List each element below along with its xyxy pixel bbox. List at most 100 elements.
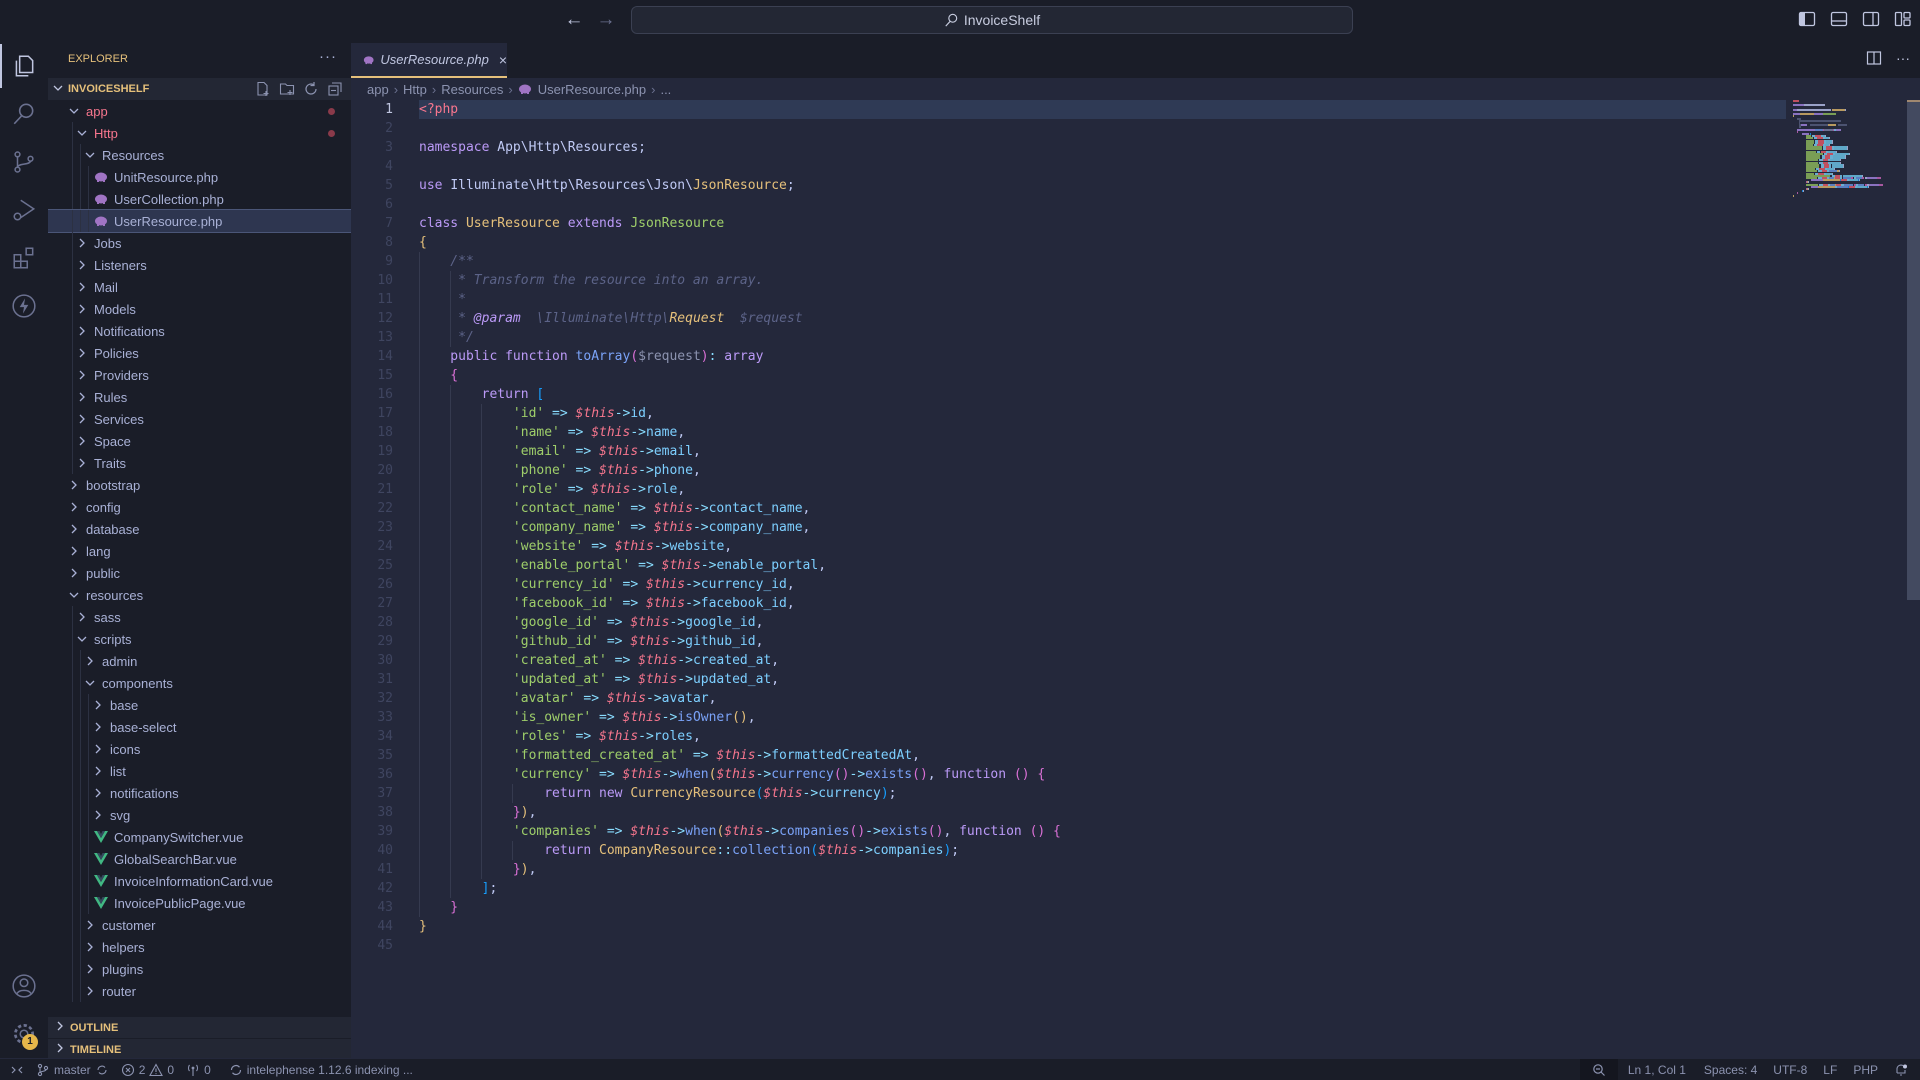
- tree-folder[interactable]: Policies: [48, 342, 351, 364]
- tree-folder[interactable]: Http: [48, 122, 351, 144]
- remote-indicator[interactable]: [0, 1059, 30, 1080]
- code-token: 'google_id': [419, 615, 600, 630]
- indent-guide: [72, 364, 73, 386]
- tree-folder[interactable]: public: [48, 562, 351, 584]
- tab-user-resource[interactable]: UserResource.php ×: [351, 43, 507, 78]
- code-token: * Transform the resource into an array.: [419, 273, 764, 288]
- code-token: 'email': [419, 444, 568, 459]
- timeline-section[interactable]: TIMELINE: [48, 1038, 351, 1060]
- tree-folder[interactable]: Services: [48, 408, 351, 430]
- outline-section[interactable]: OUTLINE: [48, 1016, 351, 1038]
- refresh-icon[interactable]: [303, 81, 319, 97]
- toggle-secondary-sidebar-icon[interactable]: [1862, 10, 1880, 28]
- split-editor-icon[interactable]: [1866, 50, 1882, 66]
- tree-folder[interactable]: Traits: [48, 452, 351, 474]
- tree-folder[interactable]: Models: [48, 298, 351, 320]
- tree-folder[interactable]: Jobs: [48, 232, 351, 254]
- customize-layout-icon[interactable]: [1894, 10, 1912, 28]
- sync-icon[interactable]: [95, 1063, 109, 1077]
- encoding[interactable]: UTF-8: [1765, 1059, 1815, 1080]
- branch-indicator[interactable]: master: [30, 1059, 115, 1080]
- search-icon: [13, 103, 34, 125]
- more-actions-icon[interactable]: ···: [319, 48, 337, 65]
- workspace-root[interactable]: INVOICESHELF: [48, 78, 351, 100]
- activity-thunder[interactable]: [0, 282, 48, 330]
- tree-folder[interactable]: helpers: [48, 936, 351, 958]
- new-file-icon[interactable]: [255, 81, 271, 97]
- indent-guide: [72, 760, 73, 782]
- tree-file[interactable]: InvoiceInformationCard.vue: [48, 870, 351, 892]
- tree-folder[interactable]: base-select: [48, 716, 351, 738]
- tree-folder[interactable]: plugins: [48, 958, 351, 980]
- code-token: =>: [622, 520, 654, 535]
- tree-folder[interactable]: bootstrap: [48, 474, 351, 496]
- tree-file[interactable]: GlobalSearchBar.vue: [48, 848, 351, 870]
- indexing-status[interactable]: intelephense 1.12.6 indexing ...: [223, 1059, 419, 1080]
- indent-guide: [72, 628, 73, 650]
- breadcrumb-item[interactable]: app: [367, 82, 389, 97]
- activity-accounts[interactable]: [0, 962, 48, 1010]
- cursor-position[interactable]: Ln 1, Col 1: [1618, 1059, 1696, 1080]
- tree-folder[interactable]: list: [48, 760, 351, 782]
- breadcrumb-item[interactable]: UserResource.php: [538, 82, 646, 97]
- close-icon[interactable]: ×: [499, 52, 507, 68]
- tree-folder[interactable]: lang: [48, 540, 351, 562]
- tree-file[interactable]: InvoicePublicPage.vue: [48, 892, 351, 914]
- tree-folder[interactable]: config: [48, 496, 351, 518]
- tree-file[interactable]: UnitResource.php: [48, 166, 351, 188]
- end-of-line[interactable]: LF: [1815, 1059, 1845, 1080]
- new-folder-icon[interactable]: [279, 81, 295, 97]
- tree-folder[interactable]: customer: [48, 914, 351, 936]
- minimap-token: [1842, 166, 1844, 168]
- editor-more-icon[interactable]: ···: [1896, 50, 1910, 66]
- tree-file[interactable]: CompanySwitcher.vue: [48, 826, 351, 848]
- tree-folder[interactable]: icons: [48, 738, 351, 760]
- editor-scrollbar[interactable]: [1907, 100, 1920, 600]
- tree-folder[interactable]: Notifications: [48, 320, 351, 342]
- activity-manage[interactable]: 1: [0, 1010, 48, 1058]
- minimap[interactable]: [1793, 100, 1903, 200]
- tree-folder[interactable]: Listeners: [48, 254, 351, 276]
- tree-folder[interactable]: app: [48, 100, 351, 122]
- activity-search[interactable]: [0, 90, 48, 138]
- problems-indicator[interactable]: 2 0: [115, 1059, 180, 1080]
- command-center-search[interactable]: InvoiceShelf: [631, 6, 1353, 34]
- tree-folder[interactable]: resources: [48, 584, 351, 606]
- tree-folder[interactable]: Rules: [48, 386, 351, 408]
- tree-file[interactable]: UserCollection.php: [48, 188, 351, 210]
- tree-folder[interactable]: components: [48, 672, 351, 694]
- indentation[interactable]: Spaces: 4: [1696, 1059, 1765, 1080]
- toggle-panel-icon[interactable]: [1830, 10, 1848, 28]
- tree-folder[interactable]: router: [48, 980, 351, 1002]
- code-editor[interactable]: 1 <?php 2 3 namespace App\Http\Resources; 4 5 u…: [351, 100, 1920, 1058]
- activity-extensions[interactable]: [0, 234, 48, 282]
- tree-folder[interactable]: Mail: [48, 276, 351, 298]
- activity-explorer[interactable]: [0, 42, 48, 90]
- zoom-indicator[interactable]: [1579, 1059, 1618, 1080]
- toggle-primary-sidebar-icon[interactable]: [1798, 10, 1816, 28]
- tree-folder[interactable]: admin: [48, 650, 351, 672]
- notifications-button[interactable]: [1886, 1059, 1920, 1080]
- breadcrumb-item[interactable]: Http: [403, 82, 427, 97]
- tree-folder[interactable]: base: [48, 694, 351, 716]
- tree-folder[interactable]: svg: [48, 804, 351, 826]
- chevron-right-icon: [90, 697, 106, 713]
- tree-folder[interactable]: notifications: [48, 782, 351, 804]
- tree-folder[interactable]: database: [48, 518, 351, 540]
- breadcrumb-item[interactable]: ...: [660, 82, 671, 97]
- activity-source-control[interactable]: [0, 138, 48, 186]
- tree-folder[interactable]: scripts: [48, 628, 351, 650]
- tree-folder[interactable]: sass: [48, 606, 351, 628]
- breadcrumb-item[interactable]: Resources: [441, 82, 503, 97]
- arrow-left-icon[interactable]: ←: [562, 8, 586, 32]
- tree-folder[interactable]: Providers: [48, 364, 351, 386]
- tree-folder[interactable]: Resources: [48, 144, 351, 166]
- language-mode[interactable]: PHP: [1845, 1059, 1886, 1080]
- ports-indicator[interactable]: 0: [180, 1059, 217, 1080]
- collapse-all-icon[interactable]: [327, 81, 343, 97]
- tree-folder[interactable]: Space: [48, 430, 351, 452]
- tree-file[interactable]: UserResource.php: [48, 209, 351, 233]
- code-line: 44}: [351, 917, 1920, 936]
- arrow-right-icon[interactable]: →: [594, 8, 618, 32]
- activity-run-debug[interactable]: [0, 186, 48, 234]
